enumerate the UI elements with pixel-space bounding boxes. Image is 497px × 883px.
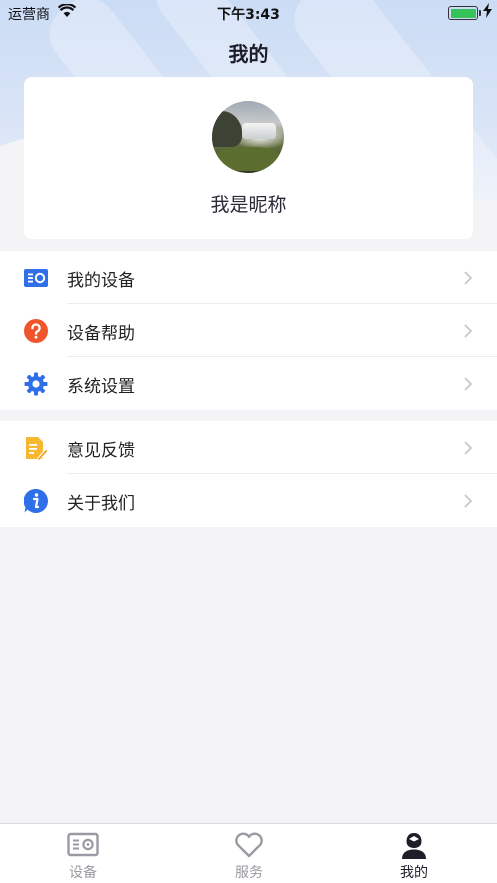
user-icon <box>398 831 430 859</box>
device-tab-icon <box>67 831 99 859</box>
profile-card[interactable]: 我是昵称 <box>24 77 473 239</box>
menu-item-label: 我的设备 <box>67 271 135 291</box>
help-icon <box>24 319 48 343</box>
status-bar: 运营商 下午3:43 <box>0 0 497 26</box>
device-icon <box>24 266 48 290</box>
tab-label: 设备 <box>69 865 97 881</box>
nickname[interactable]: 我是昵称 <box>24 190 473 217</box>
battery-icon <box>448 6 478 20</box>
menu-item-label: 系统设置 <box>67 377 135 397</box>
bolt-icon <box>483 3 492 22</box>
tab-label: 服务 <box>235 865 263 881</box>
menu-group-device: 我的设备 设备帮助 系统设置 <box>0 251 497 410</box>
tab-label: 我的 <box>400 865 428 881</box>
page-title: 我的 <box>228 42 269 66</box>
tab-bar: 设备 服务 我的 <box>0 823 497 883</box>
menu-item-label: 意见反馈 <box>67 441 135 461</box>
gear-icon <box>24 372 48 396</box>
tab-service[interactable]: 服务 <box>166 824 332 883</box>
menu-item-system-settings[interactable]: 系统设置 <box>0 357 497 410</box>
menu-item-device-help[interactable]: 设备帮助 <box>0 304 497 357</box>
tab-devices[interactable]: 设备 <box>0 824 166 883</box>
chevron-right-icon <box>463 376 473 391</box>
menu-group-about: 意见反馈 关于我们 <box>0 421 497 527</box>
tab-mine[interactable]: 我的 <box>331 824 497 883</box>
heart-icon <box>233 831 265 859</box>
menu-item-label: 关于我们 <box>67 494 135 514</box>
menu-item-my-devices[interactable]: 我的设备 <box>0 251 497 304</box>
feedback-icon <box>24 436 49 462</box>
chevron-right-icon <box>463 270 473 285</box>
menu-item-feedback[interactable]: 意见反馈 <box>0 421 497 474</box>
menu-item-about-us[interactable]: 关于我们 <box>0 474 497 527</box>
chevron-right-icon <box>463 323 473 338</box>
chevron-right-icon <box>463 440 473 455</box>
menu-item-label: 设备帮助 <box>67 324 135 344</box>
chevron-right-icon <box>463 493 473 508</box>
clock: 下午3:43 <box>217 7 280 23</box>
info-icon <box>23 488 48 513</box>
avatar[interactable] <box>212 101 284 173</box>
